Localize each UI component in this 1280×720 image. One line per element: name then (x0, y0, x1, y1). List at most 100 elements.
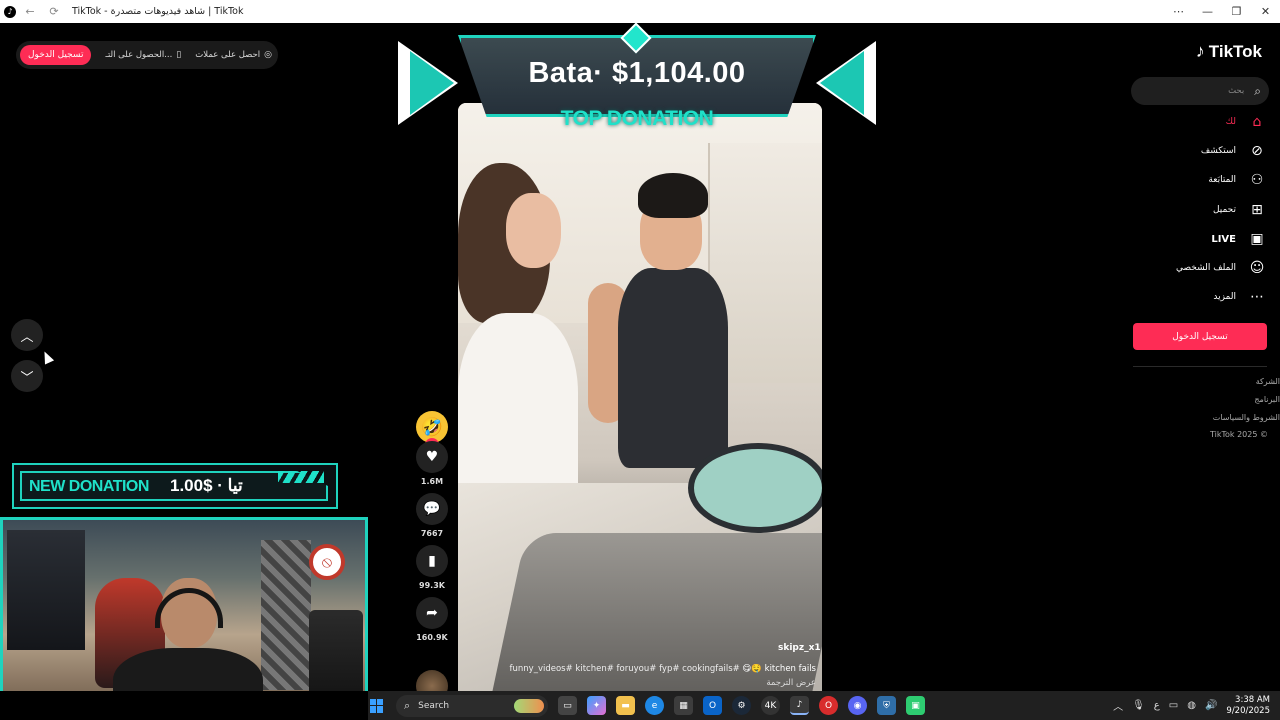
top-donation-amount: Bata· $1,104.00 (528, 57, 746, 89)
header-login-button[interactable]: تسجيل الدخول (20, 45, 92, 65)
music-disc-avatar[interactable] (416, 670, 448, 691)
outlook-icon[interactable]: O (703, 696, 722, 715)
like-button[interactable]: ♥ (416, 441, 448, 473)
get-app-button[interactable]: الحصول على التـ... ▯ (105, 50, 181, 60)
reload-icon[interactable]: ⟳ (44, 5, 64, 18)
sidebar-item-explore[interactable]: استكشف ⊘ (1201, 140, 1266, 162)
header-actions: تسجيل الدخول الحصول على التـ... ▯ احصل ع… (16, 41, 279, 69)
chevron-up-icon: ︿ (20, 329, 34, 345)
sidebar-item-label: المتابَعة (1208, 175, 1236, 185)
sidebar-item-label: الملف الشخصي (1176, 263, 1236, 273)
taskbar-search[interactable]: ⌕ Search (396, 694, 548, 717)
sidebar-item-label: المزيد (1213, 292, 1236, 302)
user-follow-icon: ⚇ (1250, 172, 1264, 188)
store-icon[interactable]: ▦ (674, 696, 693, 715)
steam-icon[interactable]: ⚙ (732, 696, 751, 715)
taskbar-clock[interactable]: 3:38 AM 9/20/2025 (1226, 695, 1270, 717)
bookmark-icon: ▮ (428, 553, 436, 569)
maximize-icon[interactable]: ❐ (1222, 5, 1251, 18)
save-action: ▮ 99.3K (414, 545, 450, 590)
save-count: 99.3K (419, 581, 445, 590)
sidebar-item-live[interactable]: LIVE ▣ (1211, 228, 1266, 250)
tiktok-taskbar-icon[interactable]: ♪ (790, 696, 809, 715)
translate-link[interactable]: عرض الترجمة (740, 678, 816, 688)
sidebar-item-label: تحميل (1212, 205, 1236, 215)
video-caption-title: kitchen fails (764, 664, 816, 674)
save-button[interactable]: ▮ (416, 545, 448, 577)
webcam-phone-stand (309, 610, 363, 691)
get-app-label: الحصول على التـ... (105, 50, 173, 60)
windows-start-icon[interactable] (370, 698, 384, 713)
next-video-button[interactable]: ﹀ (11, 360, 43, 392)
webcam-wall-hanging (261, 540, 311, 690)
sidebar-item-upload[interactable]: تحميل ⊞ (1213, 199, 1266, 221)
top-donation-overlay: Bata· $1,104.00 TOP DONATION (398, 23, 876, 133)
search-icon: ⌕ (404, 698, 411, 712)
clock-date: 9/20/2025 (1226, 705, 1270, 716)
opera-icon[interactable]: O (819, 696, 838, 715)
comment-button[interactable]: 💬 (416, 493, 448, 525)
footer-link-program[interactable]: البرنامج (1254, 395, 1280, 404)
video-player[interactable] (458, 103, 822, 691)
sidebar-item-profile[interactable]: الملف الشخصي ☺ (1176, 257, 1266, 279)
volume-icon[interactable]: 🔊 (1205, 700, 1217, 711)
tiktok-logo[interactable]: ♪ TikTok (1196, 41, 1262, 62)
no-smoking-sign-icon: ⦸ (309, 544, 345, 580)
back-icon[interactable]: ← (20, 5, 40, 18)
video-caption: funny_videos# kitchen# foruyou# fyp# coo… (470, 664, 816, 674)
menu-icon[interactable]: ⋯ (1164, 5, 1193, 18)
tiktok-note-icon: ♪ (1195, 41, 1205, 61)
network-icon[interactable]: ◍ (1187, 700, 1196, 711)
search-icon[interactable]: ⌕ (1254, 84, 1261, 99)
upload-icon: ⊞ (1251, 202, 1263, 218)
get-coins-label: احصل على عملات (195, 50, 261, 60)
get-coins-button[interactable]: احصل على عملات ◎ (195, 50, 272, 60)
sidebar-login-button[interactable]: تسجيل الدخول (1133, 323, 1267, 350)
language-indicator[interactable]: ع (1154, 700, 1160, 711)
window-title: TikTok - شاهد فيديوهات متصدرة | TikTok (72, 6, 244, 17)
task-view-icon[interactable]: ▭ (558, 696, 577, 715)
game-app-icon[interactable]: ▣ (906, 696, 925, 715)
sidebar-item-label: LIVE (1211, 233, 1236, 245)
share-button[interactable]: ➦ (416, 597, 448, 629)
mouse-cursor-icon (39, 349, 55, 365)
footer-link-company[interactable]: الشركة (1256, 377, 1280, 386)
share-icon: ➦ (426, 605, 438, 621)
search-highlight-icon (514, 698, 544, 713)
heart-icon: ♥ (425, 449, 439, 465)
copilot-icon[interactable]: ✦ (587, 696, 606, 715)
monitor-icon[interactable]: ▭ (1169, 700, 1178, 711)
edge-icon[interactable]: e (645, 696, 664, 715)
stripes-decoration (278, 471, 324, 483)
tiktok-page: تسجيل الدخول الحصول على التـ... ▯ احصل ع… (0, 23, 1280, 691)
compass-icon: ⊘ (1251, 143, 1263, 159)
chevron-up-icon[interactable]: ︿ (1113, 698, 1123, 713)
close-icon[interactable]: ✕ (1251, 5, 1280, 18)
new-donation-overlay: NEW DONATION 1.00$ · تيا (12, 463, 338, 509)
discord-icon[interactable]: ◉ (848, 696, 867, 715)
video-hashtags[interactable]: funny_videos# kitchen# foruyou# fyp# coo… (510, 664, 740, 674)
title-bar: ♪ ← ⟳ TikTok - شاهد فيديوهات متصدرة | Ti… (0, 0, 1280, 23)
system-tray: ︿ 🎙 ع ▭ ◍ 🔊 3:38 AM 9/20/2025 (1113, 691, 1270, 720)
new-donation-value: 1.00$ · تيا (170, 476, 243, 495)
previous-video-button[interactable]: ︿ (11, 319, 43, 351)
taskbar-search-placeholder: Search (418, 700, 450, 711)
sidebar-item-more[interactable]: المزيد ⋯ (1213, 286, 1266, 308)
more-icon: ⋯ (1250, 289, 1264, 305)
vpn-shield-icon[interactable]: ⛨ (877, 696, 896, 715)
new-donation-label: NEW DONATION (29, 478, 149, 495)
minimize-icon[interactable]: — (1193, 5, 1222, 18)
like-count: 1.6M (420, 477, 444, 486)
microphone-icon[interactable]: 🎙 (1132, 700, 1145, 711)
4k-app-icon[interactable]: 4K (761, 696, 780, 715)
sidebar-item-following[interactable]: المتابَعة ⚇ (1208, 169, 1266, 191)
video-author-handle[interactable]: skipz_x1 (778, 643, 821, 653)
sidebar-item-for-you[interactable]: لك ⌂ (1226, 111, 1266, 133)
comment-count: 7667 (420, 529, 444, 538)
search-input[interactable]: بحث ⌕ (1131, 77, 1269, 105)
file-explorer-icon[interactable]: ▬ (616, 696, 635, 715)
footer-link-terms[interactable]: الشروط والسياسات (1213, 413, 1280, 422)
video-person-man (588, 173, 738, 493)
webcam-streamer (113, 578, 263, 691)
windows-taskbar: ⌕ Search ▭ ✦ ▬ e ▦ O ⚙ 4K ♪ O ◉ ⛨ ▣ ︿ 🎙 … (368, 691, 1280, 720)
